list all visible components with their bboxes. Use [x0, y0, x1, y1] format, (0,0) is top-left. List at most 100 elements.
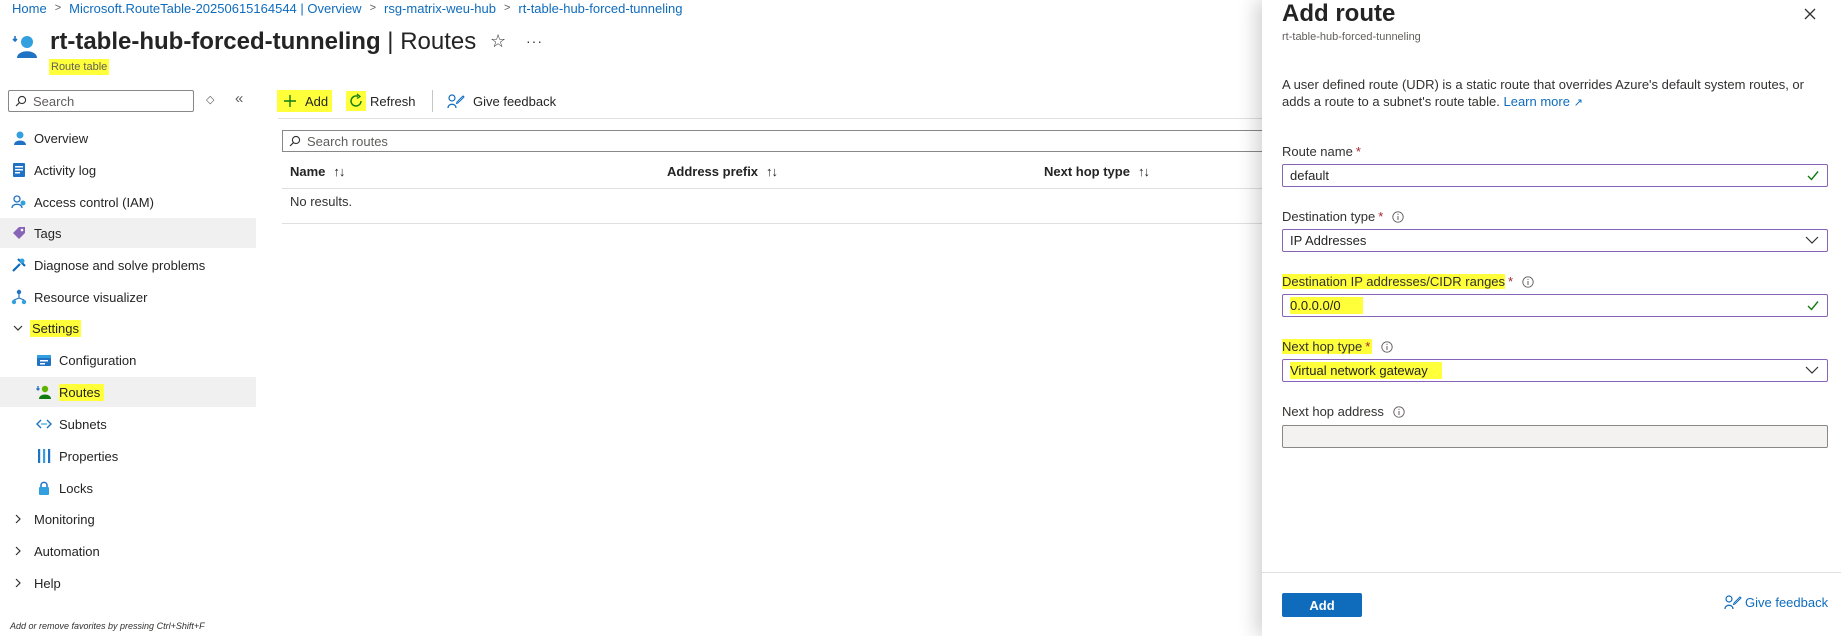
sidebar-item-locks[interactable]: Locks	[0, 473, 256, 503]
sidebar-item-label: Locks	[59, 480, 93, 496]
info-icon[interactable]	[1393, 405, 1405, 418]
sidebar-item-label: Subnets	[59, 416, 107, 432]
column-label: Address prefix	[667, 163, 759, 179]
chevron-down-icon	[12, 323, 24, 333]
sidebar-item-resource-visualizer[interactable]: Resource visualizer	[0, 282, 256, 312]
lock-icon	[35, 479, 53, 497]
info-icon[interactable]	[1522, 275, 1534, 288]
column-header-address-prefix[interactable]: Address prefix ↑↓	[667, 162, 778, 180]
sidebar-item-label: Properties	[59, 448, 119, 464]
chevron-right-icon	[12, 514, 24, 524]
search-icon	[15, 95, 27, 107]
valid-check-icon	[1807, 300, 1819, 311]
sidebar-item-access-control[interactable]: Access control (IAM)	[0, 187, 256, 217]
diagnose-icon	[10, 256, 28, 274]
destination-type-select[interactable]: IP Addresses	[1282, 229, 1828, 252]
add-route-submit-button[interactable]: Add	[1282, 593, 1362, 617]
favorites-hint: Add or remove favorites by pressing Ctrl…	[10, 621, 205, 631]
required-mark: *	[1355, 144, 1361, 159]
section-name: Routes	[400, 28, 477, 55]
sidebar-item-label: Diagnose and solve problems	[34, 257, 206, 273]
sidebar-item-label: Configuration	[59, 352, 137, 368]
grid-header-separator	[282, 188, 1262, 189]
sidebar-item-label: Settings	[30, 319, 81, 337]
give-feedback-button[interactable]: Give feedback	[447, 90, 556, 112]
chevron-right-icon	[12, 546, 24, 556]
sidebar-item-routes[interactable]: Routes	[0, 377, 256, 407]
add-route-panel: Add route rt-table-hub-forced-tunneling …	[1262, 0, 1841, 636]
learn-more-label: Learn more	[1503, 94, 1570, 109]
more-options-icon[interactable]: ···	[526, 33, 543, 49]
sidebar-item-configuration[interactable]: Configuration	[0, 345, 256, 375]
route-table-icon	[12, 32, 40, 60]
subnets-icon	[35, 415, 53, 433]
sidebar-item-tags[interactable]: Tags	[0, 218, 256, 248]
refresh-button[interactable]: Refresh	[346, 90, 416, 112]
sort-icon: ↑↓	[766, 163, 778, 179]
breadcrumb-home[interactable]: Home	[12, 1, 47, 16]
external-link-icon: ↗	[1573, 97, 1583, 109]
learn-more-link[interactable]: Learn more ↗	[1503, 94, 1582, 109]
toolbar-divider	[432, 90, 433, 112]
route-name-input[interactable]: default	[1282, 164, 1828, 187]
sidebar-search[interactable]	[8, 90, 194, 112]
sidebar-item-label: Activity log	[34, 162, 97, 178]
favorite-star-icon[interactable]: ☆	[490, 31, 506, 52]
resource-type-label: Route table	[49, 59, 110, 75]
sidebar-item-label: Resource visualizer	[34, 289, 148, 305]
sidebar-group-monitoring[interactable]: Monitoring	[0, 504, 256, 534]
sidebar-search-input[interactable]	[33, 93, 183, 109]
sort-icon: ↑↓	[1137, 163, 1150, 179]
next-hop-address-input	[1282, 425, 1828, 448]
breadcrumb-chevron-icon: >	[369, 2, 376, 14]
configuration-icon	[35, 351, 53, 369]
sidebar-item-label: Tags	[34, 225, 62, 241]
chevron-down-icon	[1805, 365, 1819, 375]
refresh-icon	[346, 91, 366, 111]
panel-footer-divider	[1262, 572, 1841, 573]
sidebar-group-automation[interactable]: Automation	[0, 536, 256, 566]
routes-search[interactable]	[282, 130, 1272, 152]
grid-row-separator	[282, 223, 1262, 224]
title-separator: |	[387, 28, 394, 55]
panel-give-feedback-link[interactable]: Give feedback	[1724, 594, 1828, 610]
sidebar-item-overview[interactable]: Overview	[0, 123, 256, 153]
sidebar-item-diagnose[interactable]: Diagnose and solve problems	[0, 250, 256, 280]
iam-icon	[10, 193, 28, 211]
sidebar-group-help[interactable]: Help	[0, 568, 256, 598]
add-icon	[283, 94, 297, 108]
panel-description: A user defined route (UDR) is a static r…	[1282, 76, 1822, 112]
panel-subtitle: rt-table-hub-forced-tunneling	[1282, 31, 1421, 43]
column-label: Name	[290, 163, 326, 179]
info-icon[interactable]	[1381, 340, 1393, 353]
destination-ip-input[interactable]: 0.0.0.0/0	[1282, 294, 1828, 317]
sidebar-item-label: Overview	[34, 130, 89, 146]
field-label-text: Route name	[1282, 144, 1353, 159]
panel-title: Add route	[1282, 0, 1396, 27]
close-icon[interactable]	[1802, 6, 1818, 22]
breadcrumb-resource-group[interactable]: rsg-matrix-weu-hub	[384, 1, 496, 16]
add-button[interactable]: Add	[277, 90, 333, 112]
required-mark: *	[1508, 274, 1514, 289]
field-label-text: Next hop type	[1282, 339, 1363, 354]
sidebar-sort-icon[interactable]: ◇	[206, 93, 214, 106]
sidebar-item-activity-log[interactable]: Activity log	[0, 155, 256, 185]
breadcrumb-route-table-overview[interactable]: Microsoft.RouteTable-20250615164544 | Ov…	[69, 1, 361, 16]
sidebar-item-properties[interactable]: Properties	[0, 441, 256, 471]
column-header-name[interactable]: Name ↑↓	[290, 162, 345, 180]
visualizer-icon	[10, 288, 28, 306]
collapse-sidebar-icon[interactable]: «	[235, 90, 243, 107]
breadcrumb-route-table[interactable]: rt-table-hub-forced-tunneling	[518, 1, 682, 16]
sidebar-item-subnets[interactable]: Subnets	[0, 409, 256, 439]
next-hop-type-select[interactable]: Virtual network gateway	[1282, 359, 1828, 382]
activity-log-icon	[10, 161, 28, 179]
next-hop-address-label: Next hop address	[1282, 404, 1405, 419]
field-label-text: Destination type	[1282, 209, 1376, 224]
routes-search-input[interactable]	[307, 133, 1107, 149]
info-icon[interactable]	[1392, 210, 1404, 223]
sidebar-group-settings[interactable]: Settings	[0, 313, 256, 343]
properties-icon	[35, 447, 53, 465]
sort-icon: ↑↓	[333, 163, 345, 179]
destination-ip-value: 0.0.0.0/0	[1290, 297, 1363, 314]
column-header-next-hop-type[interactable]: Next hop type ↑↓	[1044, 162, 1150, 180]
